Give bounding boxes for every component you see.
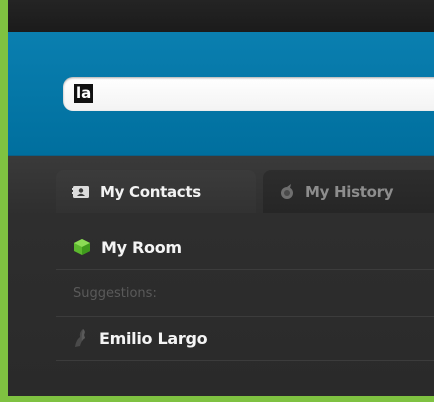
app-window: la My Contacts My History My Room Sugges… <box>8 0 434 396</box>
tab-my-history[interactable]: My History <box>263 170 434 213</box>
contact-name: Emilio Largo <box>99 328 208 348</box>
search-input[interactable] <box>63 77 434 111</box>
title-bar <box>8 0 434 32</box>
list-item-contact[interactable]: Emilio Largo <box>56 316 434 361</box>
room-cube-icon <box>73 238 91 256</box>
history-icon <box>279 183 295 200</box>
list-item-label: My Room <box>101 237 182 257</box>
person-silhouette-icon <box>73 328 89 348</box>
list-item-my-room[interactable]: My Room <box>56 225 434 270</box>
tab-label: My Contacts <box>100 182 201 201</box>
suggestions-label: Suggestions: <box>73 285 157 301</box>
search-text-selection: la <box>74 84 94 103</box>
tab-my-contacts[interactable]: My Contacts <box>56 170 256 213</box>
tab-label: My History <box>305 182 394 201</box>
suggestions-header: Suggestions: <box>56 270 434 317</box>
contacts-card-icon <box>72 185 90 199</box>
tab-bar: My Contacts My History <box>8 170 434 213</box>
